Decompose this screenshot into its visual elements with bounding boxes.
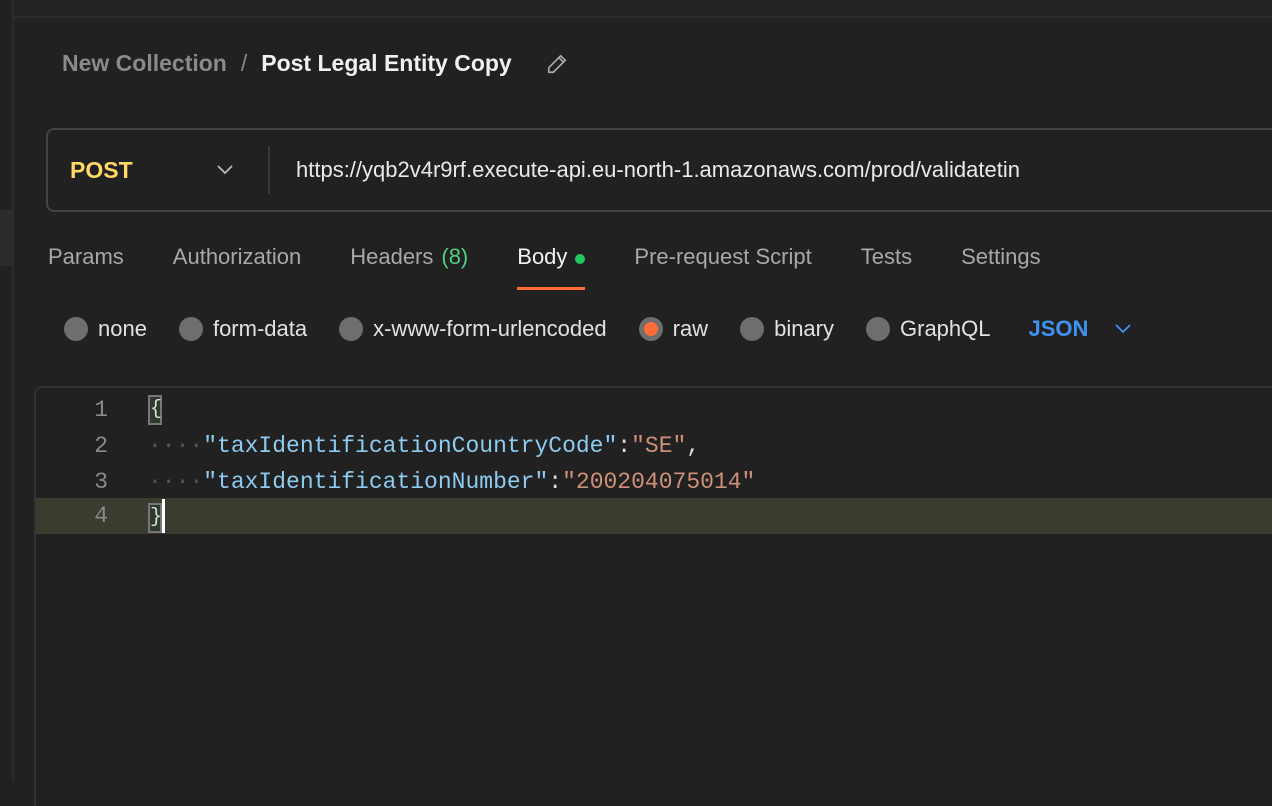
json-key: "taxIdentificationNumber" bbox=[203, 469, 549, 495]
radio-icon bbox=[178, 317, 203, 341]
tab-label: Tests bbox=[860, 244, 913, 269]
chevron-down-icon bbox=[1115, 324, 1132, 334]
radio-label: GraphQL bbox=[900, 316, 991, 341]
radio-label: raw bbox=[672, 316, 709, 341]
tab-tests[interactable]: Tests bbox=[861, 242, 912, 290]
sidebar bbox=[0, 0, 14, 782]
chevron-down-icon bbox=[217, 165, 233, 175]
radio-binary[interactable]: binary bbox=[740, 316, 834, 342]
pencil-icon[interactable] bbox=[546, 53, 568, 75]
tab-label: Body bbox=[517, 244, 568, 269]
tab-params[interactable]: Params bbox=[48, 242, 124, 290]
tab-label: Pre-request Script bbox=[634, 244, 812, 269]
top-bar bbox=[0, 0, 1272, 18]
editor-line: 1 { bbox=[36, 392, 1272, 428]
comma: , bbox=[686, 433, 701, 459]
text-cursor bbox=[162, 498, 165, 533]
tab-settings[interactable]: Settings bbox=[961, 242, 1041, 290]
tab-pre-request-script[interactable]: Pre-request Script bbox=[634, 242, 811, 290]
body-type-selector: none form-data x-www-form-urlencoded raw… bbox=[64, 316, 1132, 342]
radio-icon bbox=[740, 317, 765, 341]
radio-icon bbox=[866, 317, 890, 341]
radio-raw[interactable]: raw bbox=[638, 316, 709, 342]
radio-none[interactable]: none bbox=[64, 316, 147, 342]
tab-label: Headers bbox=[350, 244, 434, 269]
breadcrumb-request[interactable]: Post Legal Entity Copy bbox=[261, 50, 511, 77]
radio-icon bbox=[64, 317, 88, 341]
tab-label: Settings bbox=[961, 244, 1041, 269]
indent-guide: ···· bbox=[148, 469, 204, 495]
indent-guide: ···· bbox=[148, 433, 204, 459]
breadcrumb-separator: / bbox=[240, 50, 248, 76]
breadcrumb: New Collection / Post Legal Entity Copy bbox=[62, 50, 568, 77]
editor-line-current: 4 } bbox=[36, 498, 1272, 534]
json-key: "taxIdentificationCountryCode" bbox=[203, 433, 618, 459]
format-select[interactable]: JSON bbox=[1029, 316, 1133, 342]
radio-graphql[interactable]: GraphQL bbox=[866, 316, 991, 342]
radio-label: x-www-form-urlencoded bbox=[373, 316, 607, 341]
editor-line: 2 ····"taxIdentificationCountryCode":"SE… bbox=[36, 428, 1272, 464]
tab-label: Params bbox=[48, 244, 124, 269]
tab-authorization[interactable]: Authorization bbox=[173, 242, 301, 290]
close-brace: } bbox=[148, 503, 162, 534]
tab-headers[interactable]: Headers (8) bbox=[350, 242, 468, 290]
radio-label: none bbox=[98, 316, 147, 341]
headers-count: (8) bbox=[441, 244, 469, 269]
radio-form-data[interactable]: form-data bbox=[178, 316, 308, 342]
url-input[interactable]: https://yqb2v4r9rf.execute-api.eu-north-… bbox=[270, 157, 1020, 183]
method-label: POST bbox=[70, 156, 133, 183]
sidebar-selected-item[interactable] bbox=[0, 210, 12, 266]
tab-body[interactable]: Body bbox=[517, 242, 586, 290]
editor-line: 3 ····"taxIdentificationNumber":"2002040… bbox=[36, 464, 1272, 500]
request-tabs: Params Authorization Headers (8) Body Pre… bbox=[48, 242, 1090, 290]
line-number: 2 bbox=[94, 433, 108, 459]
code-editor[interactable]: 1 { 2 ····"taxIdentificationCountryCode"… bbox=[34, 386, 1272, 806]
radio-label: form-data bbox=[212, 316, 308, 341]
radio-selected-icon bbox=[638, 317, 663, 341]
radio-label: binary bbox=[774, 316, 834, 341]
line-number: 4 bbox=[94, 503, 108, 529]
radio-x-www-form-urlencoded[interactable]: x-www-form-urlencoded bbox=[339, 316, 607, 342]
json-value: "200204075014" bbox=[562, 469, 756, 495]
colon: : bbox=[617, 433, 632, 459]
method-select[interactable]: POST bbox=[48, 146, 270, 194]
url-bar: POST https://yqb2v4r9rf.execute-api.eu-n… bbox=[46, 128, 1272, 212]
json-value: "SE" bbox=[631, 433, 687, 459]
tab-label: Authorization bbox=[172, 244, 302, 269]
body-modified-dot bbox=[575, 254, 586, 264]
open-brace: { bbox=[148, 395, 162, 425]
radio-icon bbox=[339, 317, 364, 341]
breadcrumb-collection[interactable]: New Collection bbox=[62, 50, 227, 77]
line-number: 3 bbox=[94, 469, 108, 495]
line-number: 1 bbox=[94, 397, 108, 423]
colon: : bbox=[548, 469, 563, 495]
format-label: JSON bbox=[1028, 316, 1089, 341]
